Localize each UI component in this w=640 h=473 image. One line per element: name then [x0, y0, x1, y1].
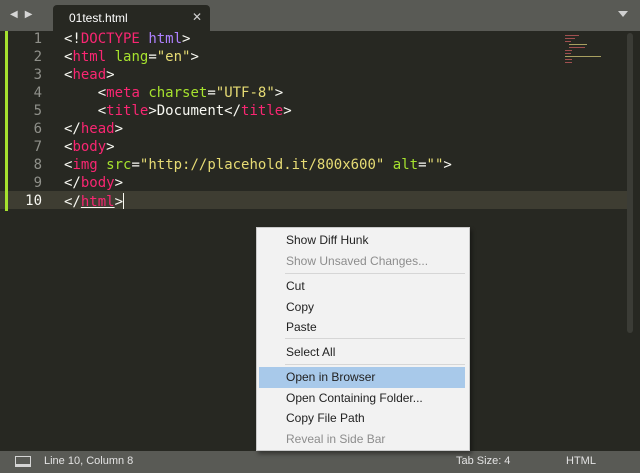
code-line: <body>	[64, 139, 115, 155]
line-number: 9	[33, 175, 42, 191]
menu-item-cut[interactable]: Cut	[259, 276, 465, 297]
code-line: <img src="http://placehold.it/800x600" a…	[64, 157, 452, 173]
menu-separator	[285, 364, 465, 365]
menu-item-copy-file-path[interactable]: Copy File Path	[259, 408, 465, 429]
navigation-arrows-icon[interactable]: ◀▶	[10, 9, 39, 20]
menu-item-copy[interactable]: Copy	[259, 297, 465, 318]
code-line: <head>	[64, 67, 115, 83]
line-number: 7	[33, 139, 42, 155]
line-number: 4	[33, 85, 42, 101]
tab-size-selector[interactable]: Tab Size: 4	[456, 455, 510, 467]
code-line: <!DOCTYPE html>	[64, 31, 191, 47]
menu-item-open-in-browser[interactable]: Open in Browser	[259, 367, 465, 388]
menu-item-reveal-in-side-bar: Reveal in Side Bar	[286, 432, 386, 446]
line-number: 6	[33, 121, 42, 137]
tab-bar: ◀▶ 01test.html ✕	[0, 0, 640, 31]
code-line: <title>Document</title>	[97, 103, 292, 119]
menu-item-paste[interactable]: Paste	[259, 317, 465, 338]
tab-dropdown-icon[interactable]	[618, 11, 628, 17]
close-icon[interactable]: ✕	[192, 10, 202, 24]
line-number: 1	[33, 31, 42, 47]
menu-item-open-containing-folder[interactable]: Open Containing Folder...	[259, 388, 465, 409]
code-line: </head>	[64, 121, 124, 137]
line-number: 3	[33, 67, 42, 83]
panel-toggle-icon[interactable]	[15, 456, 31, 467]
menu-separator	[285, 338, 465, 339]
line-number-active: 10	[25, 193, 42, 209]
cursor-position: Line 10, Column 8	[44, 455, 134, 467]
file-tab[interactable]: 01test.html ✕	[53, 5, 210, 31]
menu-item-show-unsaved-changes: Show Unsaved Changes...	[286, 254, 429, 268]
menu-item-show-diff-hunk[interactable]: Show Diff Hunk	[259, 230, 465, 251]
menu-separator	[285, 273, 465, 274]
context-menu: Show Diff Hunk Show Unsaved Changes... C…	[256, 227, 470, 451]
code-line: </body>	[64, 175, 124, 191]
code-line-active: </html>	[64, 193, 125, 210]
syntax-selector[interactable]: HTML	[566, 455, 596, 467]
status-bar: Line 10, Column 8 Tab Size: 4 HTML	[0, 451, 640, 473]
menu-item-select-all[interactable]: Select All	[259, 342, 465, 363]
tab-label: 01test.html	[69, 11, 128, 25]
vertical-scrollbar[interactable]	[627, 33, 633, 333]
text-cursor	[123, 193, 125, 209]
code-line: <meta charset="UTF-8">	[97, 85, 284, 101]
minimap[interactable]	[565, 35, 605, 71]
line-number: 2	[33, 49, 42, 65]
code-line: <html lang="en">	[64, 49, 199, 65]
line-number: 8	[33, 157, 42, 173]
line-number: 5	[33, 103, 42, 119]
